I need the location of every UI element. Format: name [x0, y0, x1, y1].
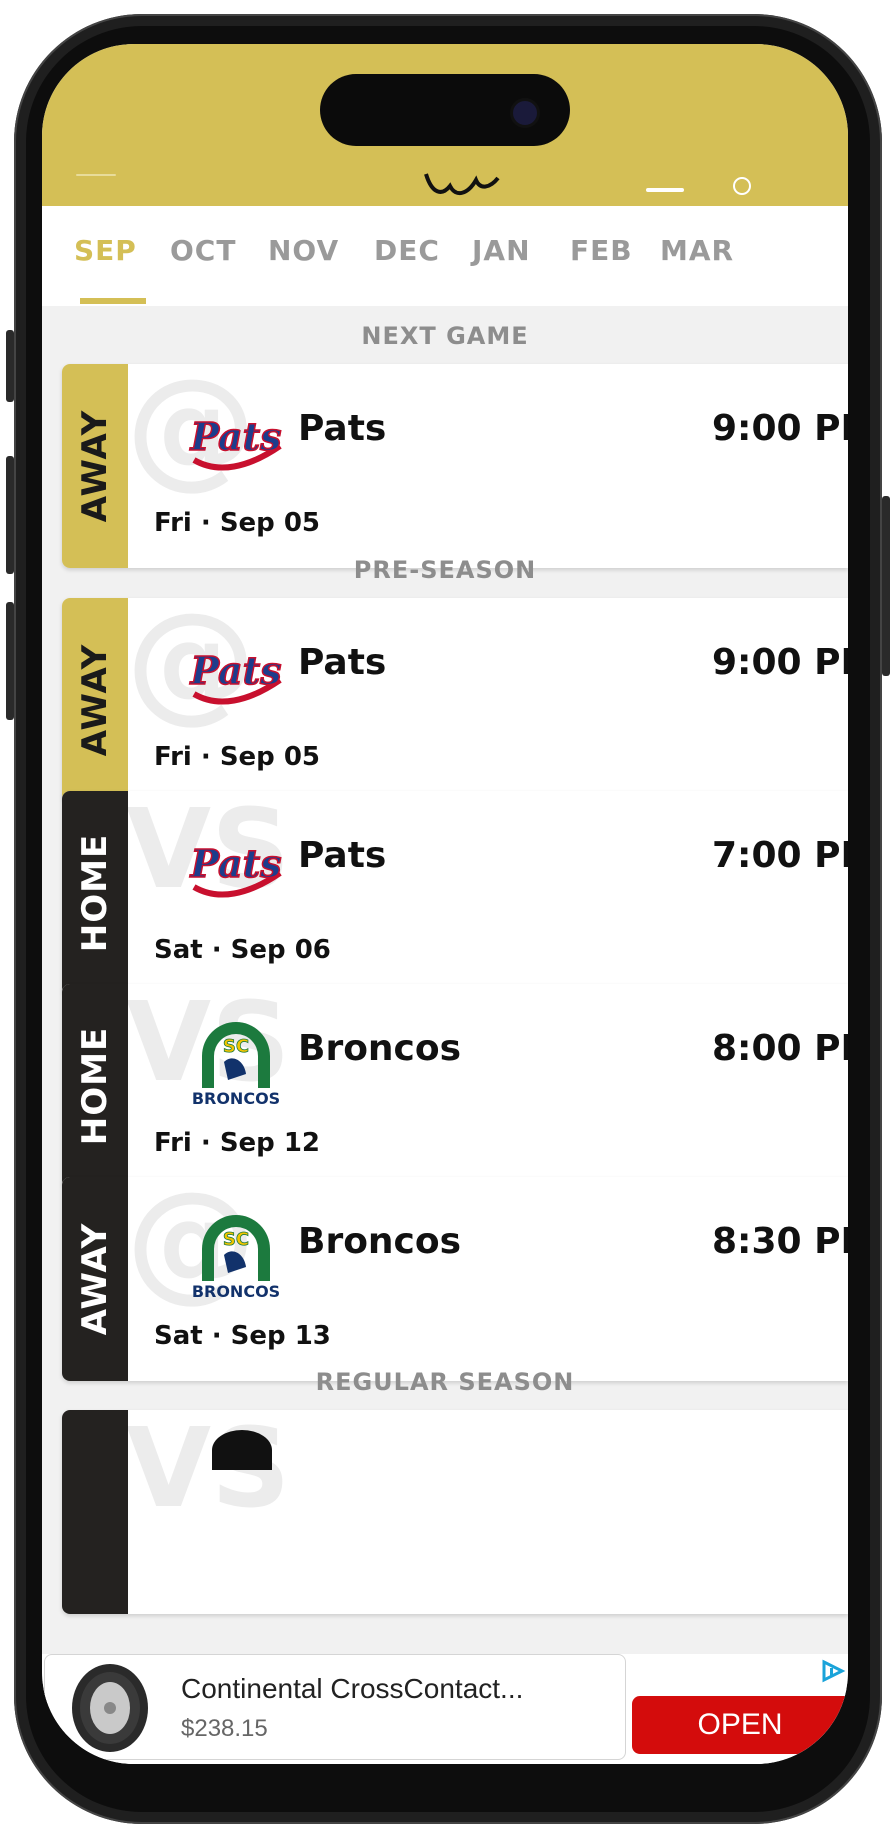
app-screen: SEP OCT NOV DEC JAN FEB MAR NEXT GAME @ …	[42, 44, 848, 1764]
svg-text:SC: SC	[223, 1229, 249, 1250]
game-time: 9:00 PM	[712, 642, 848, 683]
side-label: AWAY	[75, 1222, 115, 1336]
game-side-badge: AWAY	[62, 598, 128, 802]
svg-text:BRONCOS: BRONCOS	[192, 1089, 280, 1106]
game-card[interactable]: VS HOME Pats Pats 7:00 PM Sat · Sep 06	[62, 791, 848, 995]
game-time: 7:00 PM	[712, 835, 848, 876]
side-label: AWAY	[75, 643, 115, 757]
game-time: 9:00 PM	[712, 408, 848, 449]
ad-banner: Continental CrossContact... $238.15 OPEN	[42, 1654, 848, 1764]
svg-text:Pats: Pats	[189, 414, 281, 459]
volume-up-button	[6, 330, 14, 402]
game-side-badge: HOME	[62, 791, 128, 995]
tab-jan[interactable]: JAN	[472, 234, 531, 267]
opponent-name: Broncos	[298, 1221, 462, 1262]
game-date: Sat · Sep 13	[154, 1321, 331, 1351]
pats-logo-icon: Pats	[189, 413, 282, 471]
power-button	[882, 496, 890, 676]
dynamic-island	[320, 74, 570, 146]
home-watermark: VS	[126, 1410, 291, 1532]
svg-text:Pats: Pats	[189, 841, 281, 886]
svg-text:BRONCOS: BRONCOS	[192, 1282, 280, 1299]
tab-sep[interactable]: SEP	[74, 234, 137, 267]
back-line	[76, 174, 116, 176]
broncos-logo-icon: SC BRONCOS	[192, 1215, 280, 1299]
tab-oct[interactable]: OCT	[170, 234, 236, 267]
active-tab-indicator	[80, 298, 146, 304]
side-label: HOME	[75, 1026, 115, 1146]
app-header	[42, 44, 848, 206]
game-date: Sat · Sep 06	[154, 935, 331, 965]
game-side-badge	[62, 1410, 128, 1614]
game-time: 8:30 PM	[712, 1221, 848, 1262]
tab-nov[interactable]: NOV	[268, 234, 339, 267]
team-logo-partial	[212, 1430, 272, 1470]
adchoices-icon[interactable]	[820, 1658, 846, 1684]
side-label: AWAY	[75, 409, 115, 523]
section-pre-season: PRE-SEASON	[353, 556, 537, 584]
game-card[interactable]: @ AWAY SC BRONCOS Broncos 8:30 PM Sat · …	[62, 1177, 848, 1381]
game-side-badge: HOME	[62, 984, 128, 1188]
game-card[interactable]: VS HOME SC BRONCOS Broncos 8:00 PM Fri ·…	[62, 984, 848, 1188]
svg-text:SC: SC	[223, 1036, 249, 1057]
month-tabs: SEP OCT NOV DEC JAN FEB MAR	[42, 206, 848, 306]
svg-text:Pats: Pats	[189, 648, 281, 693]
opponent-name: Pats	[298, 642, 387, 683]
game-card[interactable]: @ AWAY Pats Pats 9:00 PM Fri · Sep 05	[62, 598, 848, 802]
camera-icon	[510, 98, 540, 128]
ad-product-box[interactable]: Continental CrossContact... $238.15	[44, 1654, 626, 1760]
tire-icon	[72, 1664, 148, 1752]
section-next-game: NEXT GAME	[361, 322, 529, 350]
game-card[interactable]: @ AWAY Pats Pats 9:00 PM Fri · Sep 05	[62, 364, 848, 568]
opponent-name: Pats	[298, 835, 387, 876]
ad-price: $238.15	[181, 1715, 268, 1742]
game-side-badge: AWAY	[62, 1177, 128, 1381]
section-regular-season: REGULAR SEASON	[315, 1368, 575, 1396]
opponent-name: Pats	[298, 408, 387, 449]
game-side-badge: AWAY	[62, 364, 128, 568]
game-time: 8:00 PM	[712, 1028, 848, 1069]
game-card-partial[interactable]: VS	[62, 1410, 848, 1614]
volume-down-button	[6, 456, 14, 574]
game-date: Fri · Sep 05	[154, 508, 321, 538]
ad-title: Continental CrossContact...	[181, 1673, 524, 1704]
mute-switch	[6, 602, 14, 720]
tab-mar[interactable]: MAR	[660, 234, 734, 267]
pats-logo-icon: Pats	[189, 840, 282, 898]
ad-open-button[interactable]: OPEN	[632, 1696, 848, 1754]
side-label: HOME	[75, 833, 115, 953]
tab-feb[interactable]: FEB	[570, 234, 633, 267]
pats-logo-icon: Pats	[189, 647, 282, 705]
game-date: Fri · Sep 05	[154, 742, 321, 772]
team-logo-icon[interactable]	[422, 164, 502, 198]
menu-icon[interactable]	[646, 188, 684, 192]
opponent-name: Broncos	[298, 1028, 462, 1069]
tab-dec[interactable]: DEC	[374, 234, 440, 267]
settings-icon[interactable]	[728, 174, 758, 198]
game-date: Fri · Sep 12	[154, 1128, 321, 1158]
broncos-logo-icon: SC BRONCOS	[192, 1022, 280, 1106]
